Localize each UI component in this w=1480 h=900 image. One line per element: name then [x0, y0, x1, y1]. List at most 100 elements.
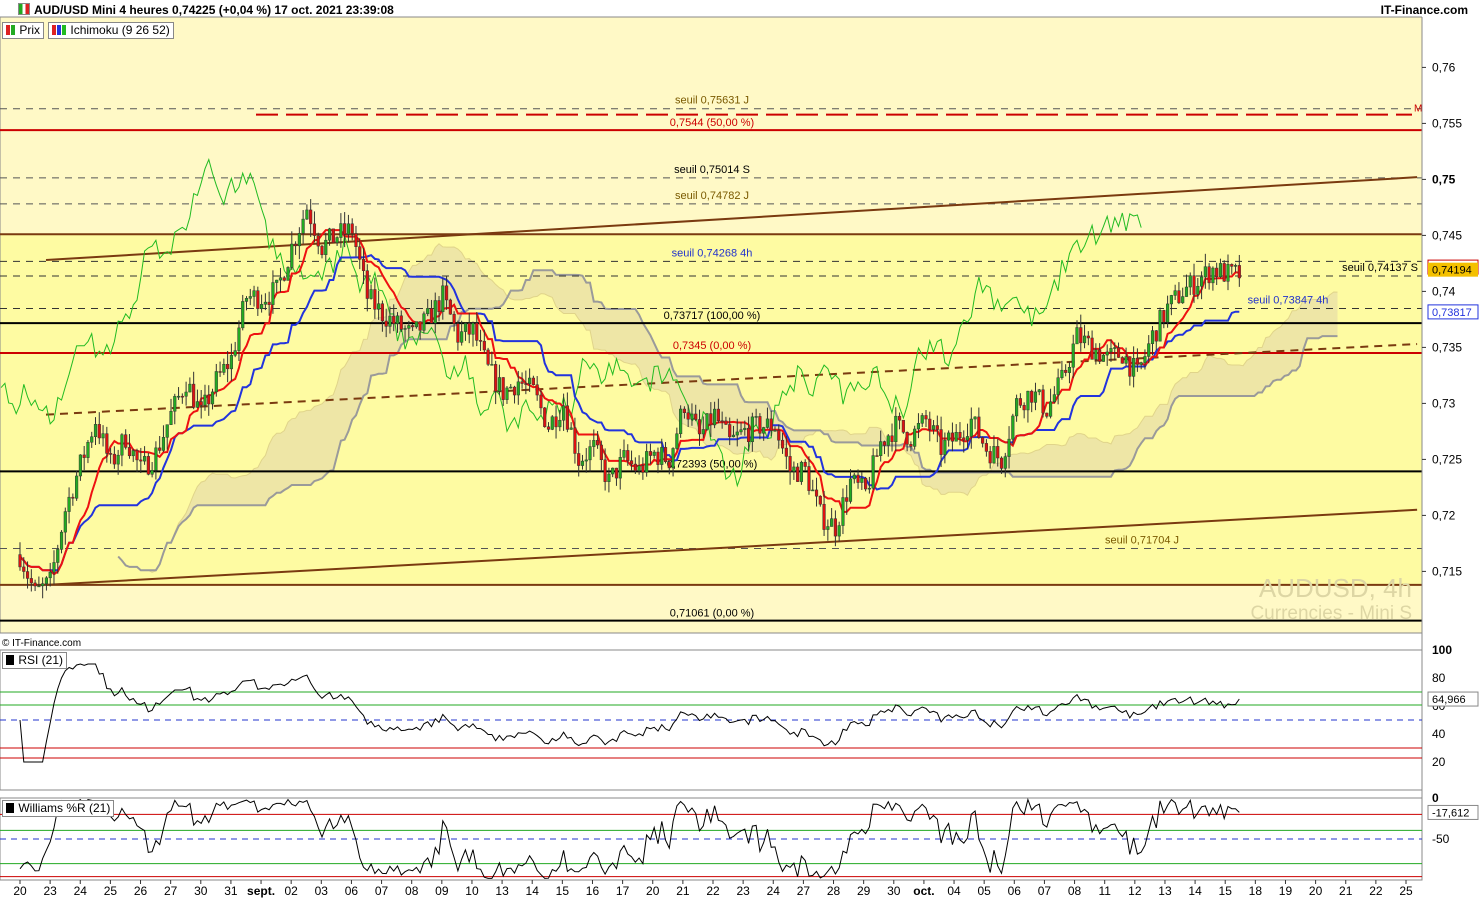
candle-body — [1184, 286, 1189, 297]
candle-body — [965, 436, 970, 441]
brand-label[interactable]: IT-Finance.com — [1381, 3, 1468, 17]
candle-body — [482, 340, 486, 351]
candle-body — [263, 301, 267, 305]
candle-body — [667, 461, 671, 469]
candle-body — [445, 285, 449, 301]
candle-body — [41, 583, 45, 587]
level-label-seuil_0.75631: seuil 0,75631 J — [675, 95, 749, 107]
candle-body — [52, 562, 56, 573]
candle-body — [418, 321, 422, 331]
candle — [331, 228, 335, 244]
candle-body — [981, 437, 985, 444]
candle-body — [754, 416, 758, 418]
level-label-seuil_0.74268: seuil 0,74268 4h — [672, 247, 753, 259]
candle-body — [792, 466, 796, 472]
candle-body — [158, 447, 162, 451]
candle-body — [512, 386, 517, 396]
candle-body — [1147, 343, 1151, 357]
candle-body — [592, 440, 596, 447]
candle-body — [614, 467, 619, 479]
xtick-label: 17 — [616, 884, 630, 898]
candle-body — [996, 446, 1000, 459]
candle-body — [958, 432, 962, 439]
candle-body — [588, 446, 592, 461]
candle-body — [550, 416, 554, 430]
candle-body — [1075, 327, 1079, 345]
candle-body — [339, 223, 343, 238]
candle-body — [629, 460, 634, 465]
candle-body — [731, 434, 736, 438]
xtick-label: 20 — [1309, 884, 1323, 898]
candle-body — [176, 395, 181, 398]
legend-price-label: Prix — [19, 23, 41, 37]
candle-body — [222, 364, 226, 373]
candle-body — [826, 526, 830, 530]
candle-body — [1090, 337, 1094, 360]
candle-body — [1033, 391, 1038, 403]
candle-body — [1237, 265, 1241, 279]
xtick-label: 21 — [1339, 884, 1353, 898]
candle-body — [380, 303, 384, 322]
candle-body — [331, 228, 335, 244]
candle-body — [241, 301, 245, 329]
chart-canvas: seuil 0,75631 J 0,7544 (50,00 %) seuil 0,7… — [0, 0, 1480, 900]
candle-body — [403, 328, 407, 330]
candle-body — [799, 461, 803, 482]
candle-body — [1218, 263, 1223, 278]
candle-body — [546, 426, 551, 430]
xtick-label: 15 — [556, 884, 570, 898]
candle-body — [750, 416, 754, 443]
legend-rsi[interactable]: RSI (21) — [2, 652, 68, 669]
candle-body — [188, 383, 192, 393]
candle-body — [920, 415, 924, 424]
candle-body — [392, 315, 396, 324]
ichimoku-swatch-icon — [52, 25, 57, 35]
candle-body — [422, 313, 426, 331]
candle-body — [290, 243, 294, 268]
candle — [1158, 307, 1162, 342]
candle-body — [879, 441, 883, 456]
candle-body — [463, 323, 468, 332]
candle-body — [25, 571, 30, 579]
candle-body — [607, 473, 611, 482]
candle-body — [777, 430, 781, 441]
candle-body — [947, 432, 951, 441]
candle-body — [467, 323, 471, 335]
candle-body — [807, 466, 811, 491]
candle-body — [535, 384, 539, 396]
candle-body — [1015, 398, 1019, 417]
candle-body — [1052, 394, 1056, 403]
candle-body — [1135, 358, 1139, 365]
legend-williams[interactable]: Williams %R (21) — [2, 800, 115, 817]
candle-body — [237, 327, 241, 351]
xtick-label: 04 — [947, 884, 961, 898]
candle-body — [309, 209, 313, 225]
candle-body — [679, 408, 683, 435]
candle — [146, 453, 150, 476]
candle-body — [697, 419, 702, 435]
ytick-label: 0,715 — [1432, 564, 1462, 578]
chart-title: AUD/USD Mini 4 heures 0,74225 (+0,04 %) … — [18, 3, 394, 17]
candle-body — [116, 454, 120, 465]
xtick-label: 20 — [13, 884, 27, 898]
candle-body — [497, 377, 501, 392]
xtick-label: 23 — [43, 884, 57, 898]
ytick-label: 0,745 — [1432, 228, 1462, 242]
last-price-tag: 0,74194 — [1432, 265, 1472, 277]
legend-ichimoku[interactable]: Ichimoku (9 26 52) — [48, 22, 174, 39]
candle-body — [841, 497, 845, 526]
candle-body — [848, 478, 853, 502]
xtick-label: 29 — [857, 884, 871, 898]
candle-body — [150, 470, 154, 475]
chart-app-icon — [18, 3, 30, 15]
candle-body — [528, 377, 532, 385]
candle-body — [343, 223, 347, 235]
candle-body — [1192, 275, 1196, 295]
candle-body — [71, 496, 75, 499]
xtick-label: 24 — [74, 884, 88, 898]
legend-price[interactable]: Prix — [2, 22, 45, 39]
rsi-legend: RSI (21) — [2, 652, 71, 669]
candle-body — [833, 518, 837, 537]
candle-body — [320, 245, 324, 255]
candle-body — [350, 223, 354, 234]
